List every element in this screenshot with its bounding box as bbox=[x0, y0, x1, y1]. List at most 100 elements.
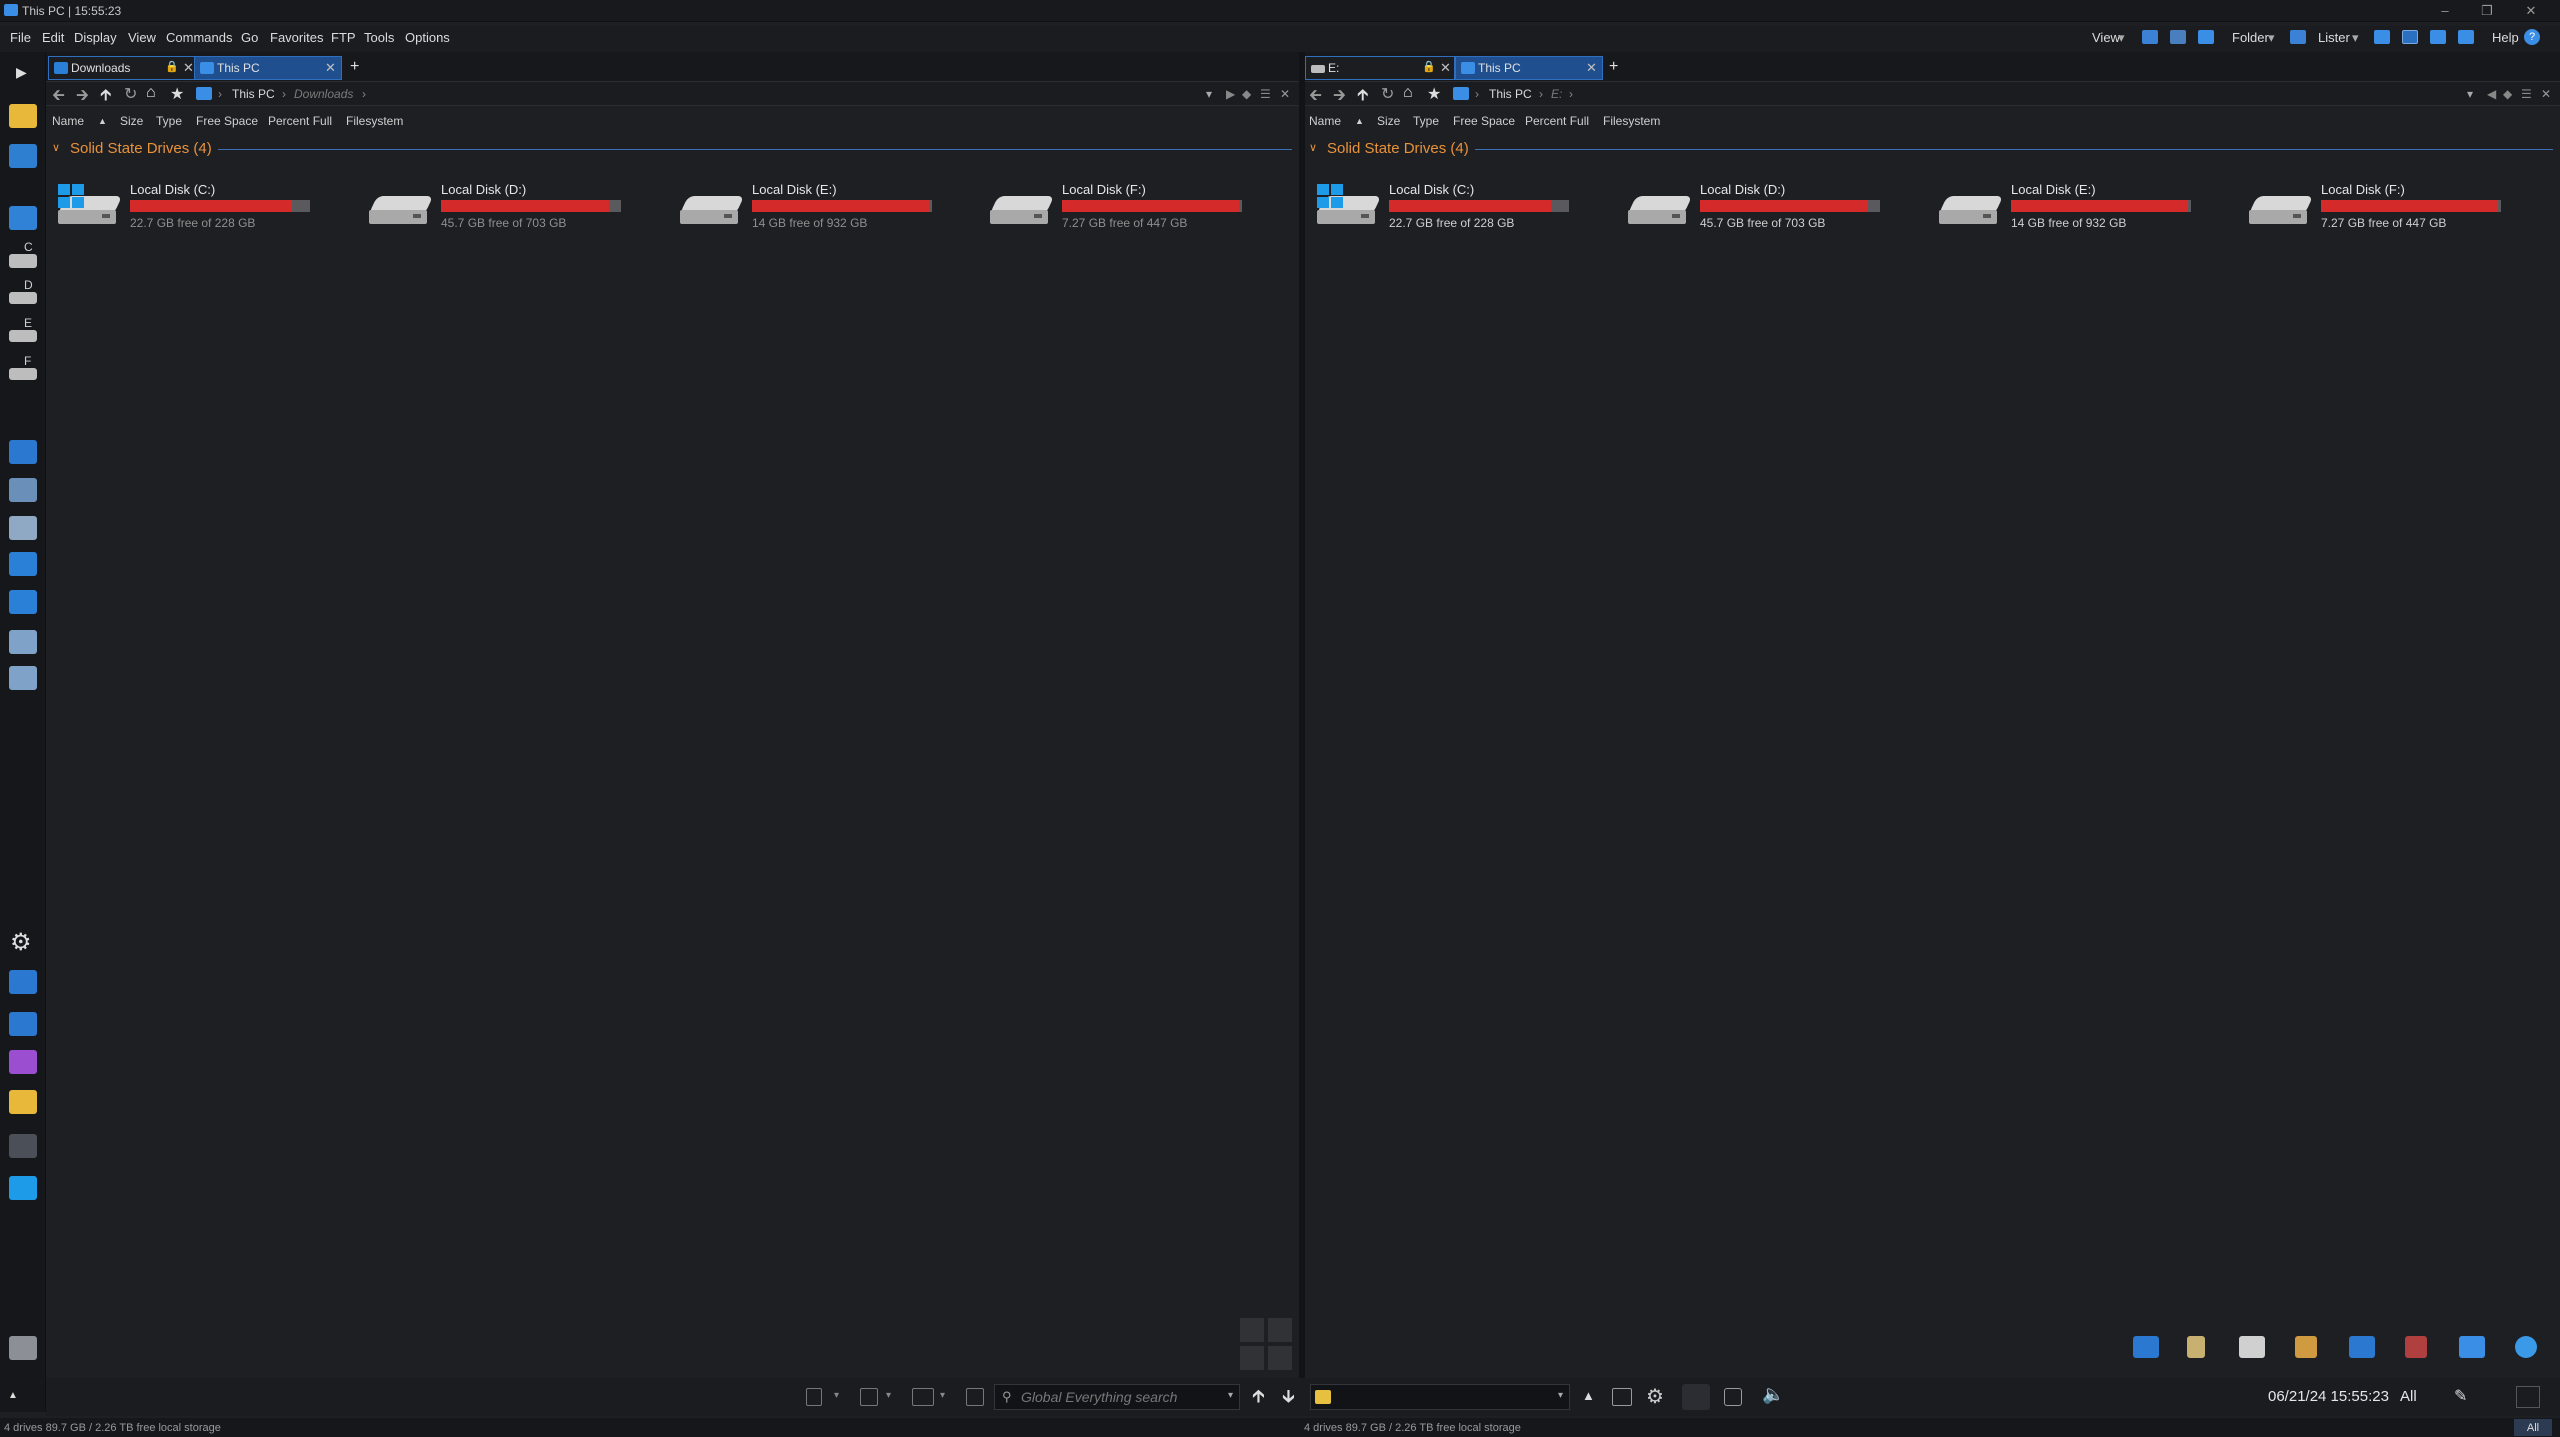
breadcrumb-this-pc[interactable]: This PC bbox=[232, 87, 275, 101]
column-type[interactable]: Type bbox=[156, 114, 182, 128]
link-icon[interactable]: ◆ bbox=[1242, 87, 1251, 101]
column-percent-full[interactable]: Percent Full bbox=[1525, 114, 1589, 128]
tools-icon[interactable] bbox=[2405, 1336, 2427, 1358]
chat-icon[interactable] bbox=[2459, 1336, 2485, 1358]
drive-tile[interactable]: Local Disk (C:) 22.7 GB free of 228 GB bbox=[56, 182, 346, 242]
gamepad-icon[interactable] bbox=[9, 1050, 37, 1074]
column-free-space[interactable]: Free Space bbox=[1453, 114, 1515, 128]
calculator-icon[interactable] bbox=[1682, 1384, 1710, 1410]
drive-tile[interactable]: Local Disk (F:) 7.27 GB free of 447 GB bbox=[988, 182, 1278, 242]
desktop-icon[interactable] bbox=[2133, 1336, 2159, 1358]
star-icon[interactable]: ★ bbox=[1427, 84, 1441, 104]
windows-icon[interactable] bbox=[9, 1176, 37, 1200]
remote-desktop-icon[interactable] bbox=[2349, 1336, 2375, 1358]
new-folder-icon[interactable] bbox=[912, 1388, 934, 1406]
all-button[interactable]: All bbox=[2514, 1419, 2552, 1436]
breadcrumb-e-drive[interactable]: E: bbox=[1551, 87, 1562, 101]
menu-go[interactable]: Go bbox=[241, 30, 258, 45]
home-icon[interactable]: ⌂ bbox=[146, 84, 156, 102]
group-title[interactable]: Solid State Drives (4) bbox=[70, 140, 212, 157]
up-icon[interactable]: 🡱 bbox=[1357, 84, 1369, 111]
column-type[interactable]: Type bbox=[1413, 114, 1439, 128]
rename-icon[interactable] bbox=[966, 1388, 984, 1406]
help-icon[interactable]: ? bbox=[2524, 29, 2540, 45]
network-settings-icon[interactable] bbox=[1612, 1388, 1632, 1406]
monitor-icon[interactable] bbox=[9, 1012, 37, 1036]
close-icon[interactable]: ✕ bbox=[1440, 60, 1451, 76]
tree-view-icon[interactable] bbox=[2170, 30, 2186, 44]
path-input[interactable] bbox=[1310, 1384, 1570, 1410]
breadcrumb-downloads[interactable]: Downloads bbox=[294, 87, 353, 101]
collapse-icon[interactable]: ∨ bbox=[52, 141, 60, 154]
new-tab-button[interactable]: + bbox=[1609, 58, 1618, 76]
lister-menu[interactable]: Lister bbox=[2318, 30, 2350, 45]
gear-icon[interactable]: ⚙ bbox=[1646, 1384, 1664, 1409]
globe-icon[interactable] bbox=[2515, 1336, 2537, 1358]
speaker-icon[interactable]: 🔈 bbox=[1762, 1384, 1784, 1405]
folder-icon[interactable] bbox=[9, 104, 37, 128]
caret-up-icon[interactable]: ▲ bbox=[1582, 1388, 1595, 1403]
recycle-bin-icon[interactable] bbox=[9, 1336, 37, 1360]
column-size[interactable]: Size bbox=[1377, 114, 1400, 128]
users-icon[interactable] bbox=[9, 478, 37, 502]
photos-icon[interactable] bbox=[2295, 1336, 2317, 1358]
refresh-icon[interactable]: ↻ bbox=[124, 84, 137, 104]
this-pc-icon[interactable] bbox=[9, 206, 37, 230]
close-window-button[interactable]: ✕ bbox=[2516, 2, 2546, 20]
single-pane-icon[interactable] bbox=[2374, 30, 2390, 44]
filter-all[interactable]: All bbox=[2400, 1388, 2417, 1405]
drive-e-icon[interactable] bbox=[9, 330, 37, 342]
documents-icon[interactable] bbox=[9, 516, 37, 540]
paste-icon[interactable] bbox=[860, 1388, 878, 1406]
menu-icon[interactable]: ☰ bbox=[1260, 87, 1271, 101]
gear-icon[interactable]: ⚙ bbox=[10, 928, 32, 957]
grid-icon[interactable] bbox=[2516, 1386, 2540, 1408]
back-icon[interactable]: 🡰 bbox=[1309, 84, 1322, 111]
column-filesystem[interactable]: Filesystem bbox=[346, 114, 403, 128]
viewer-pane-icon[interactable] bbox=[2430, 30, 2446, 44]
menu-edit[interactable]: Edit bbox=[42, 30, 64, 45]
menu-commands[interactable]: Commands bbox=[166, 30, 232, 45]
breadcrumb-this-pc[interactable]: This PC bbox=[1489, 87, 1532, 101]
close-icon[interactable]: ✕ bbox=[2541, 87, 2551, 101]
chevron-down-icon[interactable]: ▾ bbox=[1228, 1390, 1233, 1401]
downloads-icon[interactable] bbox=[9, 552, 37, 576]
drive-tile[interactable]: Local Disk (C:) 22.7 GB free of 228 GB bbox=[1315, 182, 1605, 242]
column-size[interactable]: Size bbox=[120, 114, 143, 128]
star-icon[interactable]: ★ bbox=[170, 84, 184, 104]
drive-c-icon[interactable] bbox=[9, 254, 37, 268]
close-icon[interactable]: ✕ bbox=[1280, 87, 1290, 101]
menu-tools[interactable]: Tools bbox=[364, 30, 394, 45]
utility-pane-icon[interactable] bbox=[2458, 30, 2474, 44]
menu-options[interactable]: Options bbox=[405, 30, 450, 45]
tools-icon[interactable] bbox=[9, 1134, 37, 1158]
copy-icon[interactable] bbox=[806, 1388, 822, 1406]
forward-icon[interactable]: 🡲 bbox=[1333, 84, 1346, 111]
pictures-icon[interactable] bbox=[9, 630, 37, 654]
folder-menu[interactable]: Folder bbox=[2232, 30, 2269, 45]
group-title[interactable]: Solid State Drives (4) bbox=[1327, 140, 1469, 157]
restore-button[interactable]: ❐ bbox=[2472, 2, 2502, 20]
column-free-space[interactable]: Free Space bbox=[196, 114, 258, 128]
column-filesystem[interactable]: Filesystem bbox=[1603, 114, 1660, 128]
drive-tile[interactable]: Local Disk (E:) 14 GB free of 932 GB bbox=[678, 182, 968, 242]
chevron-down-icon[interactable]: ▾ bbox=[1206, 87, 1212, 101]
help-menu[interactable]: Help bbox=[2492, 30, 2519, 45]
column-percent-full[interactable]: Percent Full bbox=[268, 114, 332, 128]
view-menu[interactable]: View bbox=[2092, 30, 2120, 45]
home-icon[interactable]: ⌂ bbox=[1403, 84, 1413, 102]
chevron-down-icon[interactable]: ▾ bbox=[2467, 87, 2473, 101]
chevron-down-icon[interactable]: ▾ bbox=[1558, 1390, 1563, 1401]
close-icon[interactable]: ✕ bbox=[325, 60, 336, 76]
drive-tile[interactable]: Local Disk (D:) 45.7 GB free of 703 GB bbox=[1626, 182, 1916, 242]
drive-tile[interactable]: Local Disk (E:) 14 GB free of 932 GB bbox=[1937, 182, 2227, 242]
up-icon[interactable]: 🡱 bbox=[100, 84, 112, 111]
close-icon[interactable]: ✕ bbox=[183, 60, 194, 76]
pin-icon[interactable]: ✎ bbox=[2454, 1386, 2467, 1406]
drive-d-icon[interactable] bbox=[9, 292, 37, 304]
screenshot-icon[interactable] bbox=[1724, 1388, 1742, 1406]
arrow-down-icon[interactable]: 🡳 bbox=[1282, 1384, 1295, 1414]
tab-e-drive[interactable]: E: 🔒 ✕ bbox=[1305, 56, 1455, 80]
network-icon[interactable] bbox=[9, 666, 37, 690]
phone-icon[interactable] bbox=[2187, 1336, 2205, 1358]
